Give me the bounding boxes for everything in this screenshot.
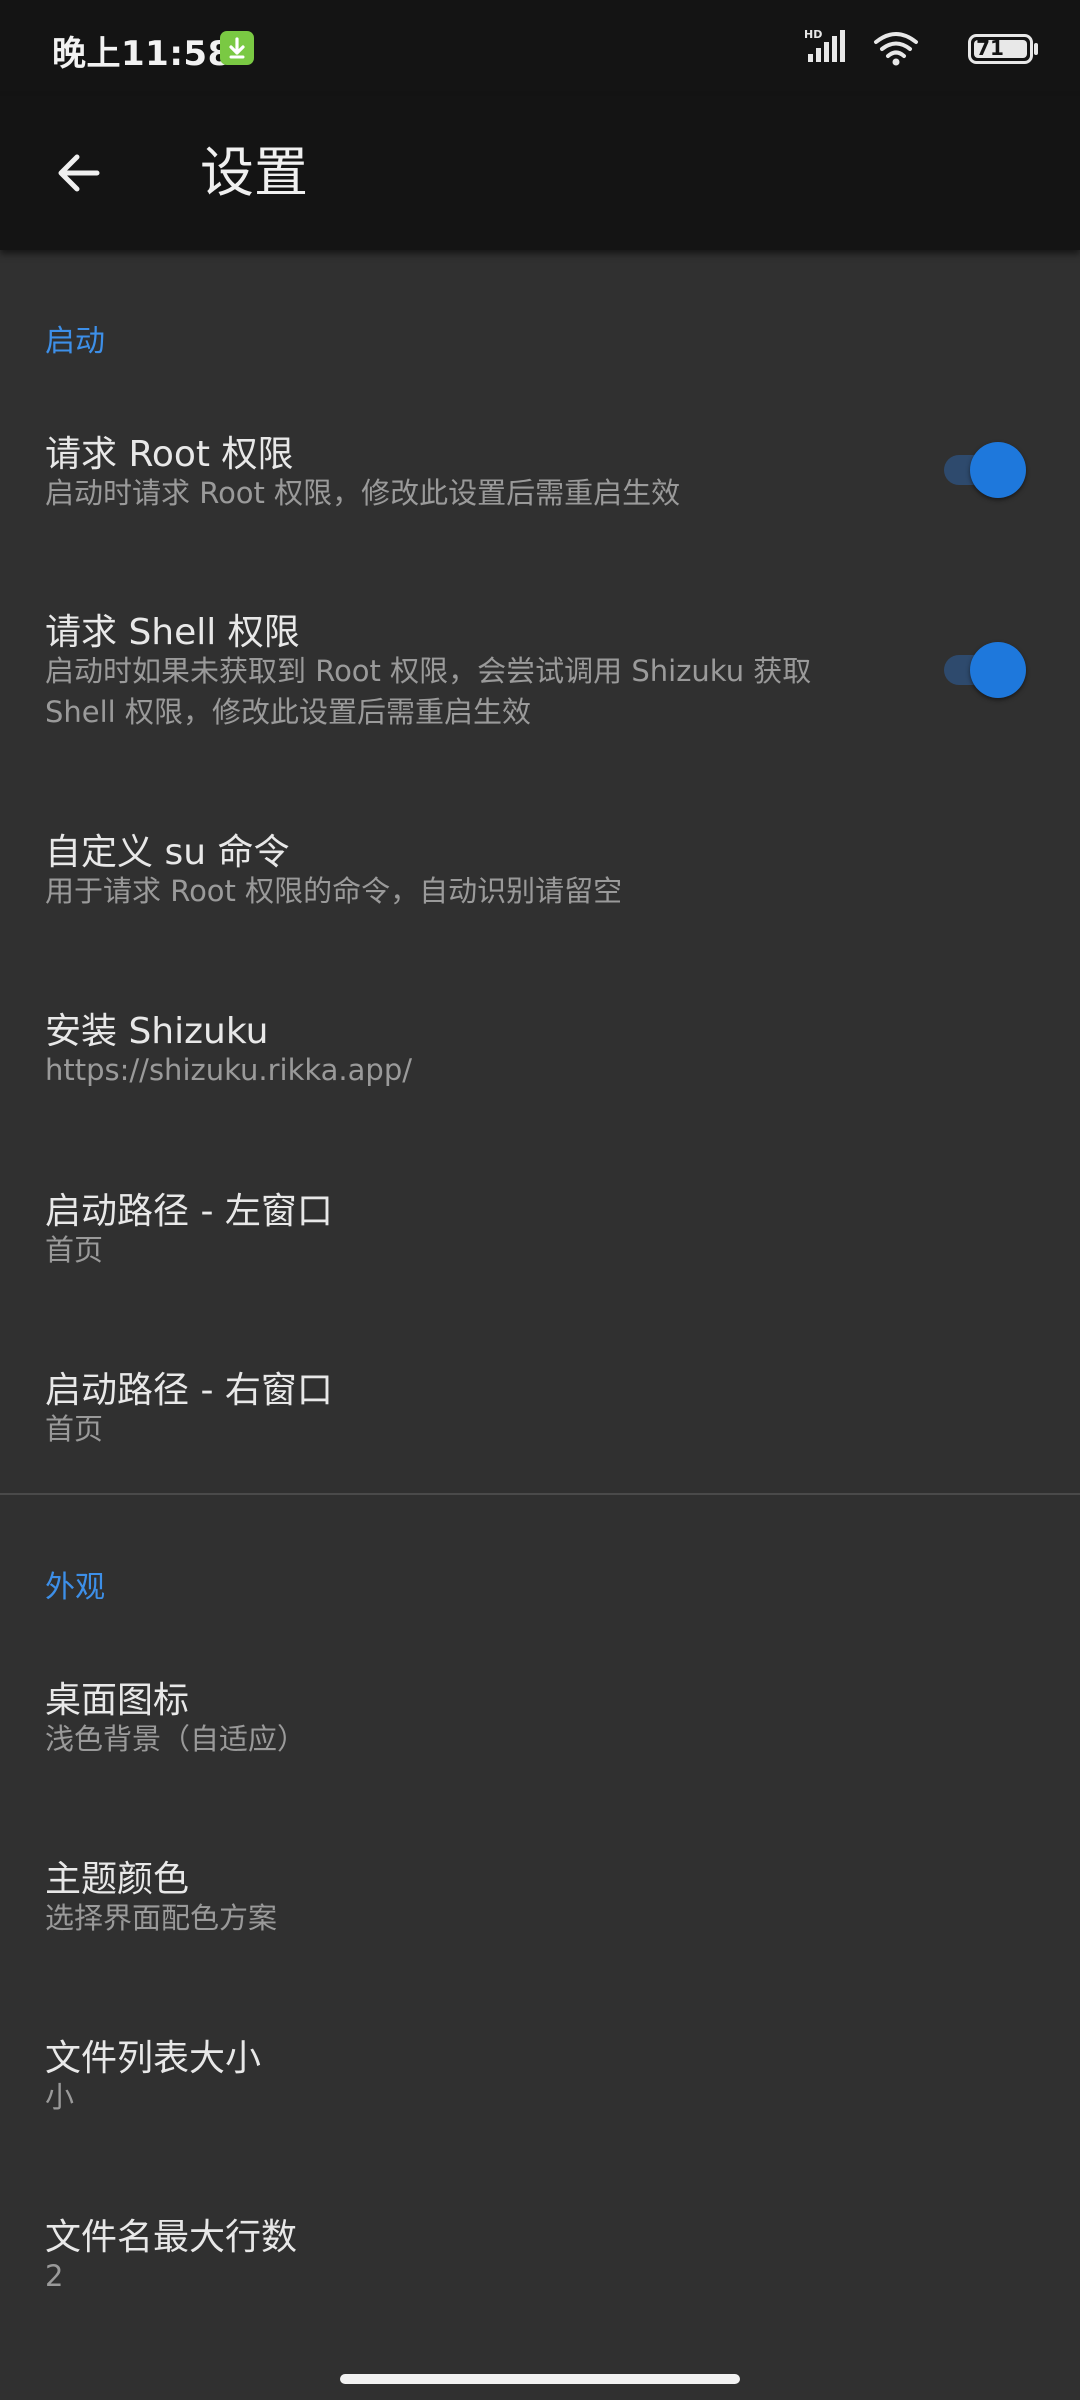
- back-button[interactable]: [36, 131, 120, 215]
- setting-summary-line-1: 启动时如果未获取到 Root 权限，会尝试调用 Shizuku 获取: [45, 654, 812, 688]
- battery-level: 71: [976, 36, 1004, 60]
- setting-summary: 首页: [45, 1233, 104, 1267]
- download-notification-icon: [220, 31, 254, 65]
- status-time: 晚上11:58: [52, 34, 232, 74]
- wifi-icon: [872, 30, 920, 70]
- app-bar: 设置: [0, 96, 1080, 250]
- setting-title: 安装 Shizuku: [45, 1011, 269, 1052]
- setting-summary: 用于请求 Root 权限的命令，自动识别请留空: [45, 874, 623, 908]
- setting-title: 启动路径 - 左窗口: [45, 1191, 333, 1232]
- root-toggle-switch[interactable]: [938, 440, 1026, 498]
- setting-filename-max-lines[interactable]: 文件名最大行数 2: [0, 2208, 1080, 2318]
- setting-summary-line-2: Shell 权限，修改此设置后需重启生效: [45, 695, 531, 729]
- setting-request-shell[interactable]: 请求 Shell 权限 启动时如果未获取到 Root 权限，会尝试调用 Shiz…: [0, 603, 1080, 753]
- status-bar: 晚上11:58 HD 71: [0, 0, 1080, 96]
- toggle-thumb: [970, 442, 1026, 498]
- setting-custom-su[interactable]: 自定义 su 命令 用于请求 Root 权限的命令，自动识别请留空: [0, 823, 1080, 933]
- toggle-thumb: [970, 642, 1026, 698]
- shell-toggle-switch[interactable]: [938, 640, 1026, 698]
- section-divider: [0, 1493, 1080, 1495]
- setting-title: 自定义 su 命令: [45, 832, 290, 873]
- setting-summary-link: https://shizuku.rikka.app/: [45, 1053, 413, 1087]
- setting-install-shizuku[interactable]: 安装 Shizuku https://shizuku.rikka.app/: [0, 1002, 1080, 1112]
- setting-theme-color[interactable]: 主题颜色 选择界面配色方案: [0, 1850, 1080, 1960]
- setting-title: 桌面图标: [45, 1680, 190, 1721]
- signal-icon: HD: [804, 28, 850, 68]
- page-title: 设置: [200, 141, 308, 204]
- network-label: HD: [804, 28, 822, 41]
- setting-summary: 浅色背景（自适应）: [45, 1722, 307, 1756]
- arrow-back-icon: [58, 154, 100, 192]
- setting-summary: 选择界面配色方案: [45, 1901, 278, 1935]
- setting-startup-path-right[interactable]: 启动路径 - 右窗口 首页: [0, 1361, 1080, 1471]
- setting-desktop-icon[interactable]: 桌面图标 浅色背景（自适应）: [0, 1671, 1080, 1781]
- setting-title: 请求 Root 权限: [45, 434, 294, 475]
- setting-summary: 2: [45, 2259, 64, 2293]
- setting-startup-path-left[interactable]: 启动路径 - 左窗口 首页: [0, 1182, 1080, 1292]
- setting-summary: 启动时请求 Root 权限，修改此设置后需重启生效: [45, 476, 681, 510]
- section-header-appearance: 外观: [45, 1570, 105, 1605]
- setting-title: 文件列表大小: [45, 2038, 262, 2079]
- setting-summary: 小: [45, 2080, 75, 2114]
- section-header-startup: 启动: [45, 324, 105, 359]
- setting-summary: 首页: [45, 1412, 104, 1446]
- setting-title: 主题颜色: [45, 1859, 190, 1900]
- setting-file-list-size[interactable]: 文件列表大小 小: [0, 2029, 1080, 2139]
- setting-request-root[interactable]: 请求 Root 权限 启动时请求 Root 权限，修改此设置后需重启生效: [0, 425, 1080, 560]
- setting-title: 文件名最大行数: [45, 2217, 298, 2258]
- setting-title: 启动路径 - 右窗口: [45, 1370, 333, 1411]
- setting-title: 请求 Shell 权限: [45, 612, 300, 653]
- home-indicator[interactable]: [340, 2374, 740, 2384]
